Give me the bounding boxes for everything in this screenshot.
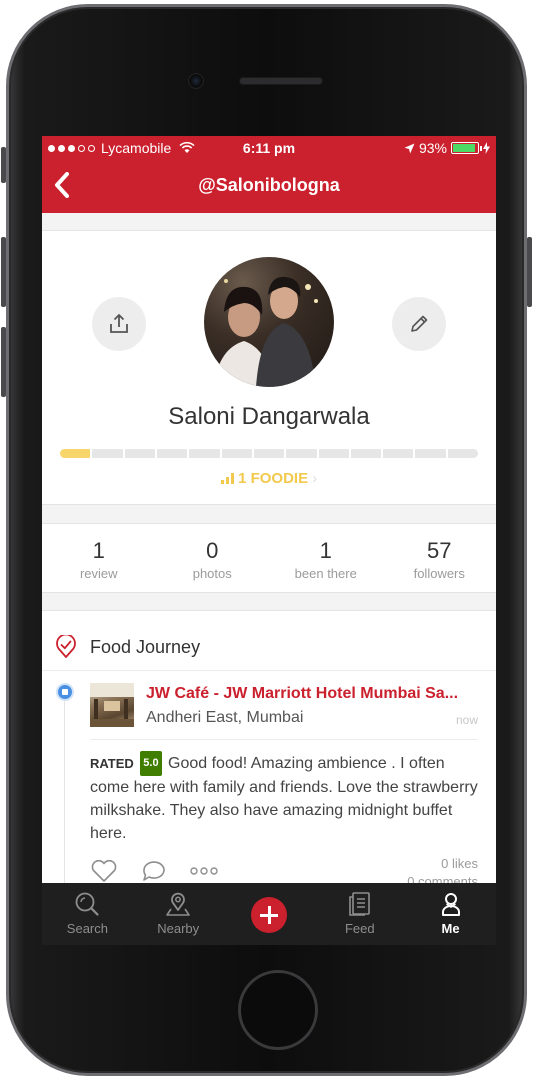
restaurant-name-link[interactable]: JW Café - JW Marriott Hotel Mumbai Sa... [146, 685, 476, 703]
progress-segment [156, 449, 188, 458]
stat-label: been there [294, 566, 357, 581]
tab-add[interactable] [224, 883, 315, 945]
rated-label: RATED [90, 756, 134, 771]
feed-icon [348, 892, 370, 916]
charging-bolt-icon [483, 142, 490, 154]
edit-profile-button[interactable] [392, 297, 446, 351]
likes-count[interactable]: 0 likes [407, 855, 478, 873]
restaurant-thumbnail[interactable] [90, 683, 134, 727]
progress-segment [350, 449, 382, 458]
tab-feed[interactable]: Feed [314, 883, 405, 945]
more-options-icon[interactable] [190, 866, 218, 876]
avatar[interactable] [204, 257, 334, 387]
restaurant-photo [90, 683, 134, 727]
progress-segment [447, 449, 479, 458]
comment-icon[interactable] [140, 859, 168, 883]
power-button [527, 237, 532, 307]
profile-stats: 1 review 0 photos 1 been there 57 follow… [42, 523, 496, 593]
progress-segment-filled [60, 449, 91, 458]
app-screen: Lycamobile 6:11 pm 93% @Salonibologna Sa… [42, 136, 496, 945]
stat-followers[interactable]: 57 followers [383, 524, 497, 592]
tab-me[interactable]: Me [405, 883, 496, 945]
foodie-level-link[interactable]: 1 FOODIE › [42, 470, 496, 487]
user-icon [441, 893, 460, 916]
progress-segment [221, 449, 252, 458]
pencil-icon [411, 315, 428, 332]
front-camera [188, 73, 204, 89]
divider [90, 739, 478, 740]
foodie-level-label: 1 FOODIE [238, 470, 309, 487]
tab-label: Feed [344, 921, 375, 936]
chevron-right-icon: › [312, 470, 318, 487]
map-pin-icon [166, 892, 190, 916]
check-pin-icon [56, 635, 76, 658]
stat-label: photos [192, 566, 232, 581]
bar-chart-icon [220, 473, 234, 484]
review-body: RATED 5.0 Good food! Amazing ambience . … [90, 751, 480, 845]
profile-card: Saloni Dangarwala 1 FOODIE › [42, 230, 496, 505]
stat-value: 1 [92, 538, 105, 563]
tab-label: Search [66, 921, 108, 936]
stat-label: followers [413, 566, 465, 581]
status-right: 93% [404, 140, 490, 156]
profile-name: Saloni Dangarwala [168, 403, 370, 430]
foodie-level-progress [60, 449, 479, 458]
volume-down-button [1, 327, 6, 397]
avatar-photo [214, 276, 318, 387]
food-journey-header: Food Journey [42, 611, 496, 671]
review-timestamp: now [455, 713, 478, 727]
progress-segment [415, 449, 446, 458]
page-title: @Salonibologna [198, 175, 340, 195]
status-bar: Lycamobile 6:11 pm 93% [42, 136, 496, 160]
bottom-tab-bar: Search Nearby Feed Me [42, 883, 496, 945]
tab-label: Nearby [157, 921, 200, 936]
earpiece-speaker [239, 77, 323, 85]
progress-segment [253, 449, 285, 458]
home-button[interactable] [238, 970, 318, 1050]
location-arrow-icon [404, 143, 415, 153]
review-actions [90, 859, 218, 883]
rating-badge: 5.0 [140, 751, 162, 776]
share-button[interactable] [92, 297, 146, 351]
progress-segment [318, 449, 349, 458]
tab-search[interactable]: Search [42, 883, 133, 945]
progress-segment [383, 449, 414, 458]
food-journey-title: Food Journey [90, 637, 201, 657]
stat-label: review [79, 566, 118, 581]
tab-label: Me [441, 921, 460, 936]
stat-reviews[interactable]: 1 review [42, 524, 156, 592]
heart-icon[interactable] [90, 859, 118, 883]
stat-photos[interactable]: 0 photos [156, 524, 270, 592]
tab-nearby[interactable]: Nearby [133, 883, 224, 945]
volume-up-button [1, 237, 6, 307]
share-icon [110, 314, 128, 333]
progress-segment [189, 449, 220, 458]
stat-value: 1 [319, 538, 332, 563]
search-icon [75, 892, 99, 916]
stat-been-there[interactable]: 1 been there [269, 524, 383, 592]
stat-value: 0 [206, 538, 219, 563]
restaurant-location: Andheri East, Mumbai [146, 709, 304, 726]
progress-segment [286, 449, 317, 458]
plus-icon [250, 897, 287, 933]
review-type-icon [56, 683, 74, 701]
progress-segment [92, 449, 123, 458]
stat-value: 57 [427, 538, 452, 563]
progress-segment [124, 449, 155, 458]
nav-bar: @Salonibologna [42, 160, 496, 213]
battery-percent: 93% [418, 140, 447, 156]
mute-switch [1, 147, 6, 183]
battery-icon [451, 142, 482, 154]
